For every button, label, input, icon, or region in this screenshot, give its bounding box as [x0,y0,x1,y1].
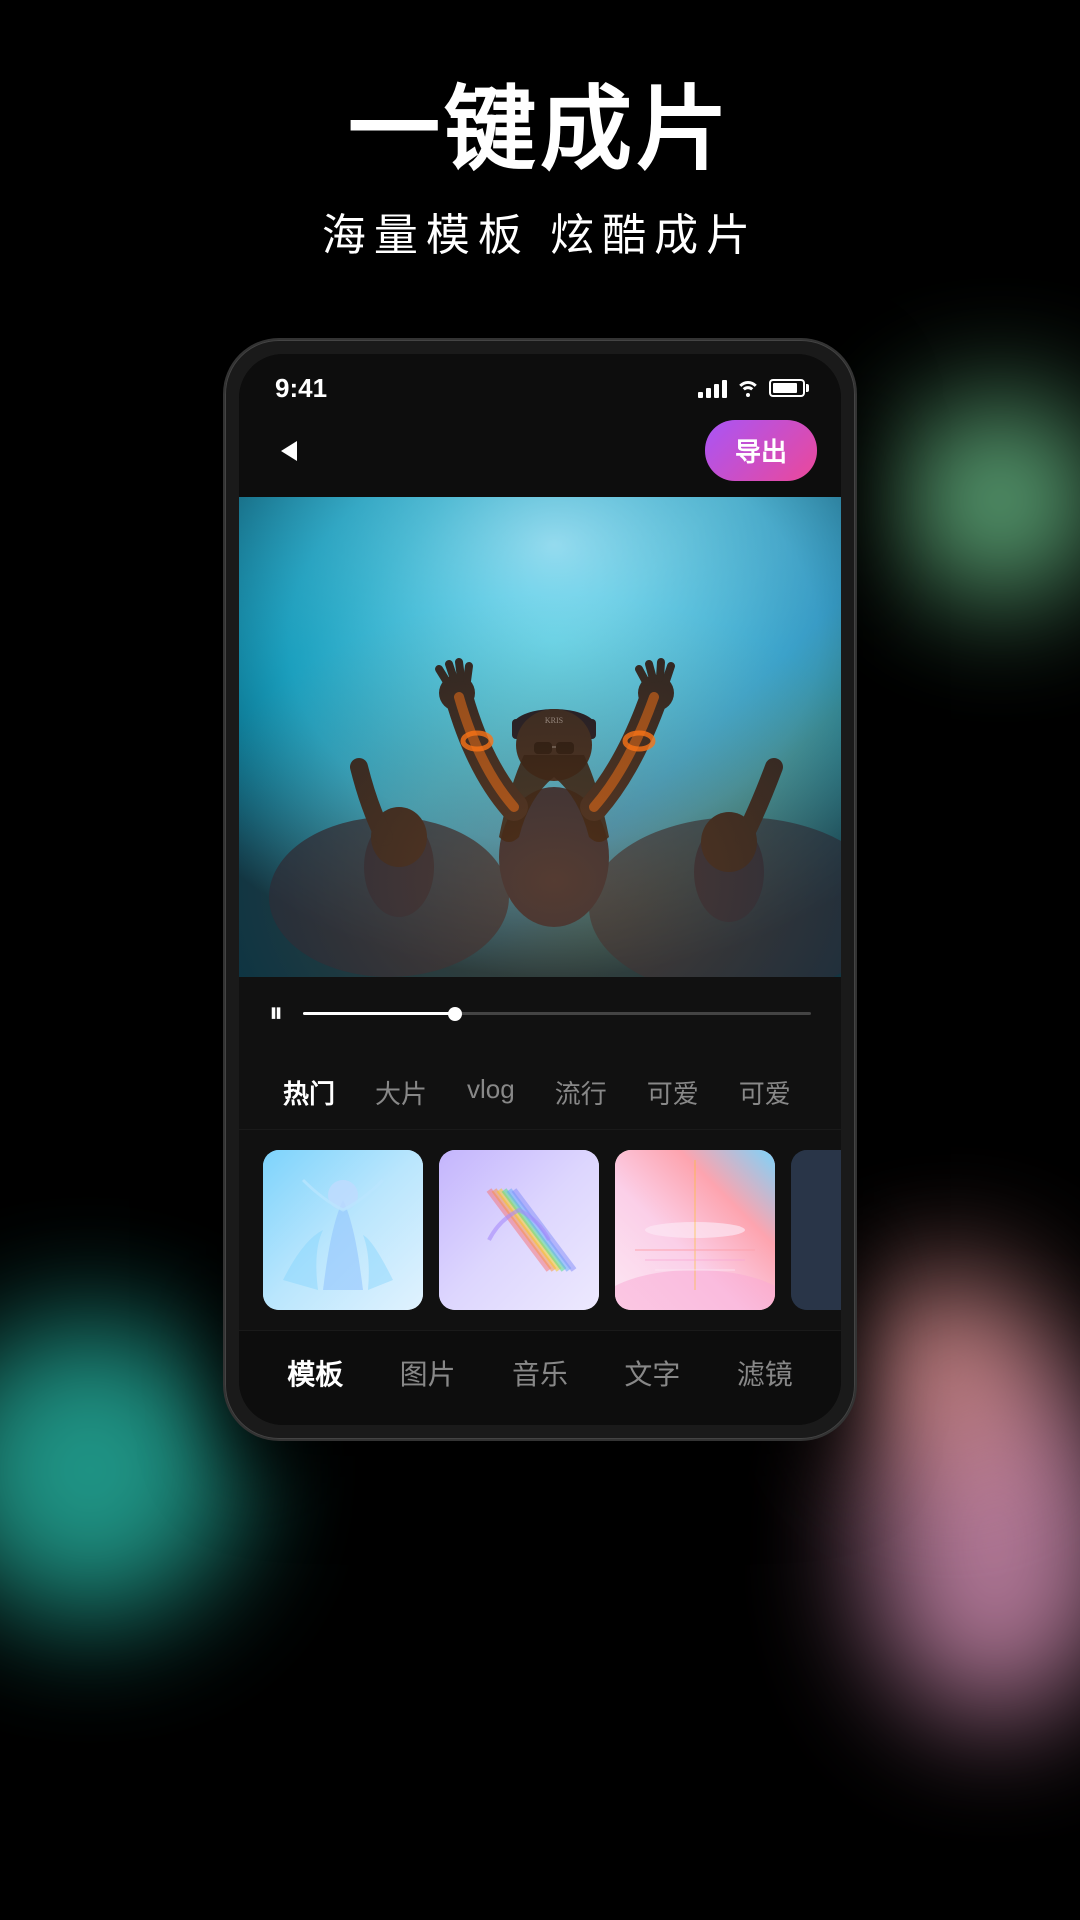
template-thumb-3[interactable] [615,1150,775,1310]
wifi-icon [737,379,759,397]
signal-bar-4 [722,380,727,398]
thumb-1-svg [263,1150,423,1310]
category-tab-3[interactable]: 流行 [535,1066,627,1119]
battery-icon [769,379,805,397]
back-button[interactable] [263,425,315,477]
nav-item-4[interactable]: 滤镜 [717,1349,813,1397]
nav-item-0[interactable]: 模板 [267,1349,363,1397]
back-chevron-icon [281,441,297,461]
category-tab-1[interactable]: 大片 [355,1066,447,1119]
video-player[interactable]: KRIS [239,497,841,977]
category-tab-4[interactable]: 可爱 [627,1066,719,1119]
templates-row [239,1130,841,1330]
battery-fill [773,383,797,393]
top-section: 一键成片 海量模板 炫酷成片 [0,80,1080,263]
bottom-nav: 模板图片音乐文字滤镜 [239,1330,841,1425]
thumb-2-svg [439,1150,599,1310]
signal-bar-2 [706,388,711,398]
export-button[interactable]: 导出 [705,420,817,481]
video-background: KRIS [239,497,841,977]
top-bar: 导出 [239,412,841,497]
playback-bar: ⏸ [239,977,841,1050]
progress-fill [303,1012,455,1015]
bg-blob-peach [850,1270,1050,1470]
progress-track[interactable] [303,1012,811,1015]
concert-scene: KRIS [239,497,841,977]
template-thumb-4[interactable] [791,1150,841,1310]
nav-item-2[interactable]: 音乐 [492,1349,588,1397]
template-thumb-2[interactable] [439,1150,599,1310]
thumb-1-inner [263,1150,423,1310]
thumb-2-inner [439,1150,599,1310]
category-tab-5[interactable]: 可爱 [719,1066,811,1119]
pause-button[interactable]: ⏸ [269,997,283,1030]
category-tab-2[interactable]: vlog [447,1066,535,1119]
category-tab-0[interactable]: 热门 [263,1066,355,1119]
status-bar: 9:41 [239,354,841,412]
signal-bar-1 [698,392,703,398]
thumb-3-svg [615,1150,775,1310]
signal-bar-3 [714,384,719,398]
thumb-3-inner [615,1150,775,1310]
nav-item-1[interactable]: 图片 [380,1349,476,1397]
signal-icon [698,378,727,398]
main-title: 一键成片 [0,80,1080,181]
thumb-4-svg [791,1150,841,1310]
nav-item-3[interactable]: 文字 [604,1349,700,1397]
status-time: 9:41 [275,373,327,404]
status-icons [698,378,805,398]
phone-inner: 9:41 [239,354,841,1425]
bg-blob-teal [0,1320,240,1620]
template-thumb-1[interactable] [263,1150,423,1310]
phone-shell: 9:41 [225,340,855,1439]
category-tabs: 热门大片vlog流行可爱可爱 [239,1050,841,1130]
phone-mockup: 9:41 [225,340,855,1439]
sub-title: 海量模板 炫酷成片 [0,199,1080,263]
bg-blob-green [900,400,1080,600]
progress-thumb [448,1007,462,1021]
thumb-4-inner [791,1150,841,1310]
